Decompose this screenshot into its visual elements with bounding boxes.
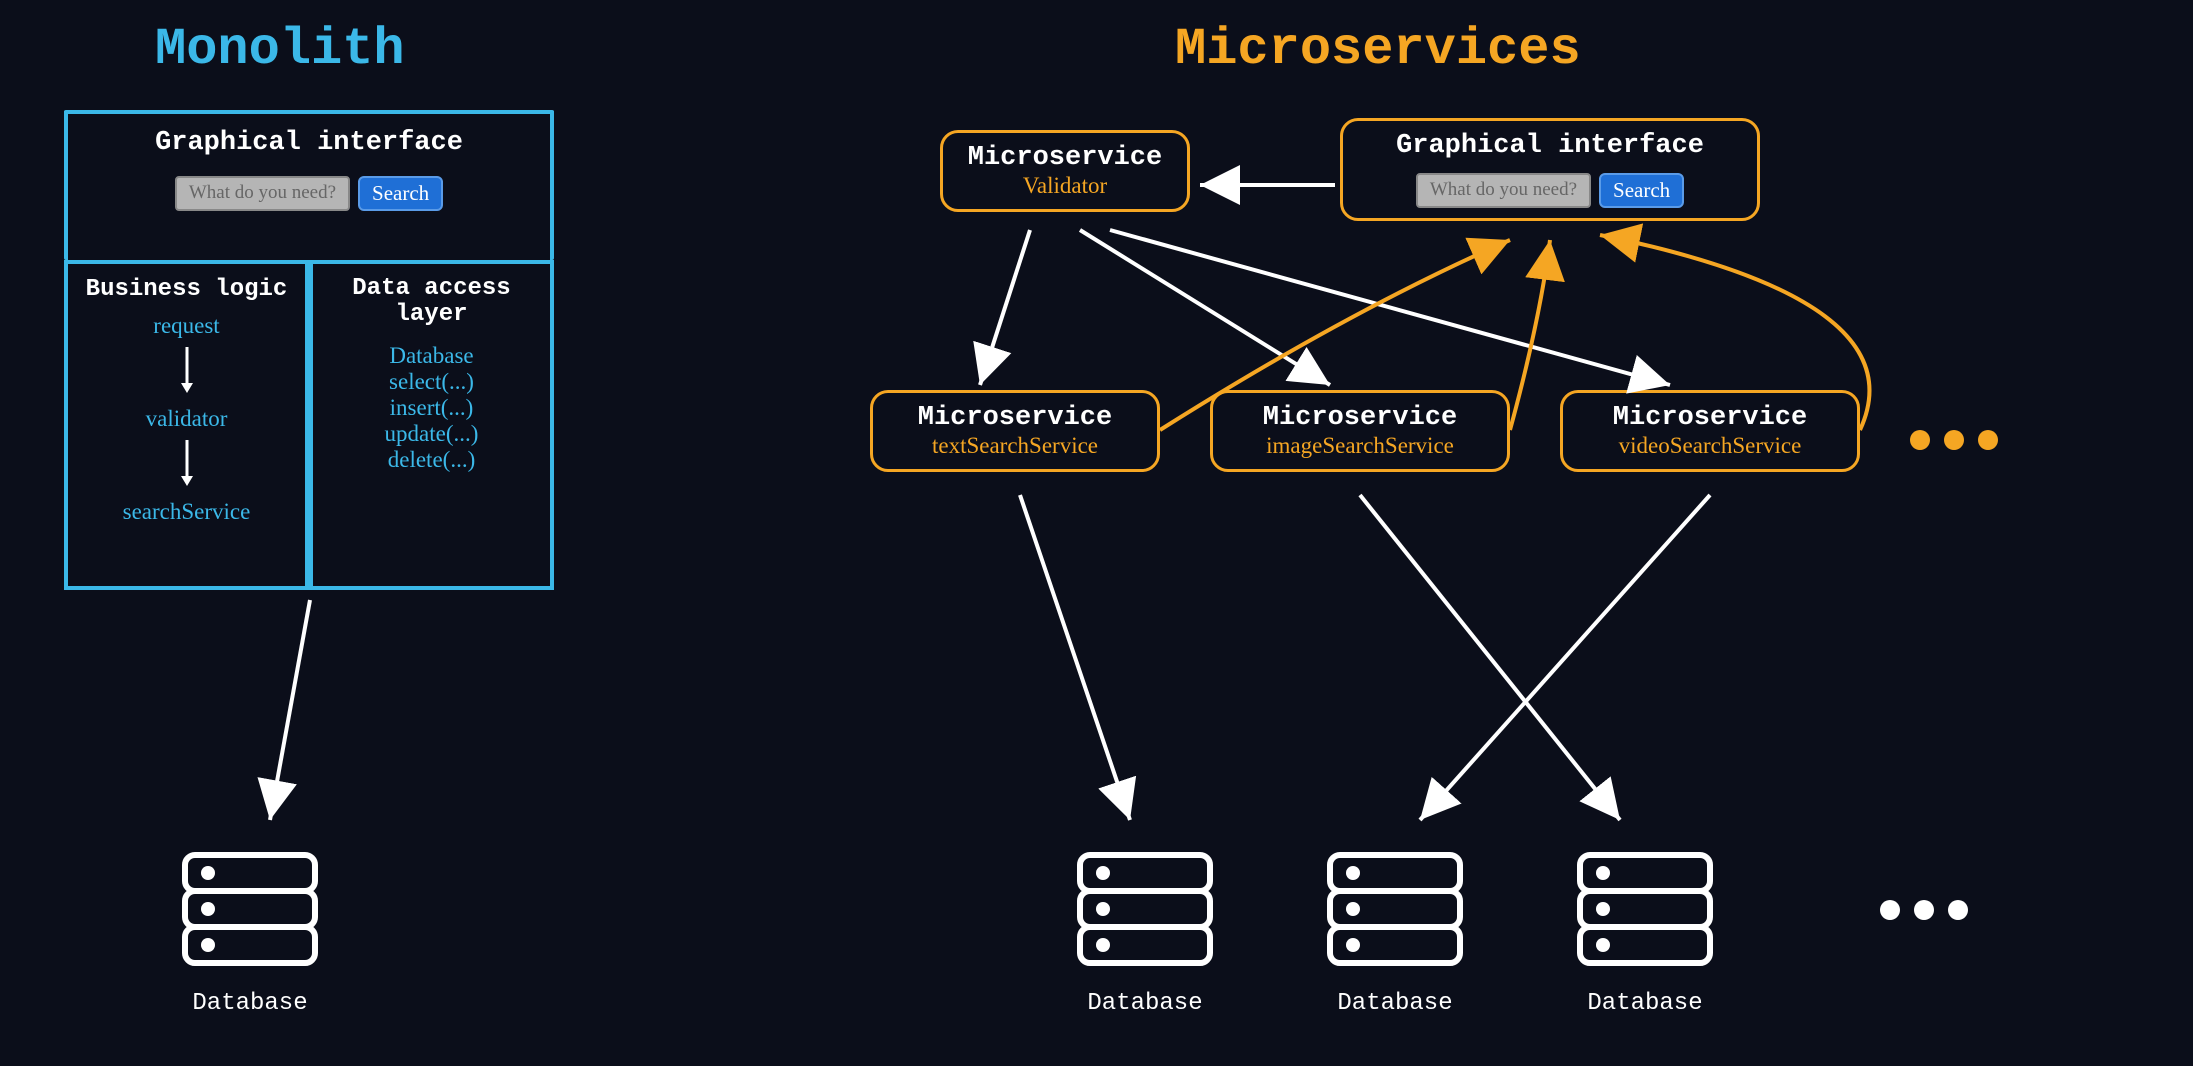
arrow-validator-to-image — [1080, 230, 1330, 385]
validator-box: Microservice Validator — [940, 130, 1190, 212]
micro-search-button[interactable]: Search — [1599, 173, 1684, 208]
micro-db-label-3: Database — [1585, 990, 1705, 1017]
monolith-gui-box: Graphical interface What do you need? Se… — [64, 110, 554, 260]
text-search-box: Microservice textSearchService — [870, 390, 1160, 472]
business-logic-heading: Business logic — [76, 276, 297, 303]
micro-db-label-1: Database — [1085, 990, 1205, 1017]
bl-step-searchservice: searchService — [76, 499, 297, 525]
micro-db-label-2: Database — [1335, 990, 1455, 1017]
micro-search-input[interactable]: What do you need? — [1416, 173, 1591, 208]
ellipsis-services-icon — [1910, 430, 1998, 450]
monolith-search-input[interactable]: What do you need? — [175, 176, 350, 211]
database-icon — [1580, 855, 1710, 963]
dal-line-3: update(...) — [321, 421, 542, 447]
dal-line-2: insert(...) — [321, 395, 542, 421]
ellipsis-databases-icon — [1880, 900, 1968, 920]
video-search-box: Microservice videoSearchService — [1560, 390, 1860, 472]
monolith-search-button[interactable]: Search — [358, 176, 443, 211]
dal-line-1: select(...) — [321, 369, 542, 395]
data-access-layer-box: Data access layer Database select(...) i… — [309, 260, 554, 590]
validator-heading: Microservice — [961, 143, 1169, 173]
microservices-title: Microservices — [1175, 20, 1581, 79]
arrow-monolith-to-db — [270, 600, 310, 820]
bl-step-request: request — [76, 313, 297, 339]
business-logic-box: Business logic request validator searchS… — [64, 260, 309, 590]
database-icon — [185, 855, 315, 963]
image-search-heading: Microservice — [1231, 403, 1489, 433]
monolith-title: Monolith — [155, 20, 405, 79]
image-search-name: imageSearchService — [1231, 433, 1489, 459]
arrow-text-to-db1 — [1020, 495, 1130, 820]
text-search-name: textSearchService — [891, 433, 1139, 459]
monolith-db-label: Database — [190, 990, 310, 1017]
arrow-down-icon — [177, 345, 197, 395]
arrow-down-icon — [177, 438, 197, 488]
arrow-image-to-db3 — [1360, 495, 1620, 820]
video-search-heading: Microservice — [1581, 403, 1839, 433]
validator-name: Validator — [961, 173, 1169, 199]
database-icon — [1080, 855, 1210, 963]
bl-step-validator: validator — [76, 406, 297, 432]
video-search-name: videoSearchService — [1581, 433, 1839, 459]
dal-line-4: delete(...) — [321, 447, 542, 473]
image-search-box: Microservice imageSearchService — [1210, 390, 1510, 472]
dal-line-0: Database — [321, 343, 542, 369]
text-search-heading: Microservice — [891, 403, 1139, 433]
monolith-gui-heading: Graphical interface — [68, 128, 550, 158]
arrow-video-to-db2 — [1420, 495, 1710, 820]
database-icon — [1330, 855, 1460, 963]
micro-gui-box: Graphical interface What do you need? Se… — [1340, 118, 1760, 221]
micro-gui-heading: Graphical interface — [1361, 131, 1739, 161]
arrow-validator-to-text — [980, 230, 1030, 385]
arrow-image-to-gui — [1510, 240, 1550, 430]
arrow-validator-to-video — [1110, 230, 1670, 385]
dal-heading: Data access layer — [321, 276, 542, 329]
